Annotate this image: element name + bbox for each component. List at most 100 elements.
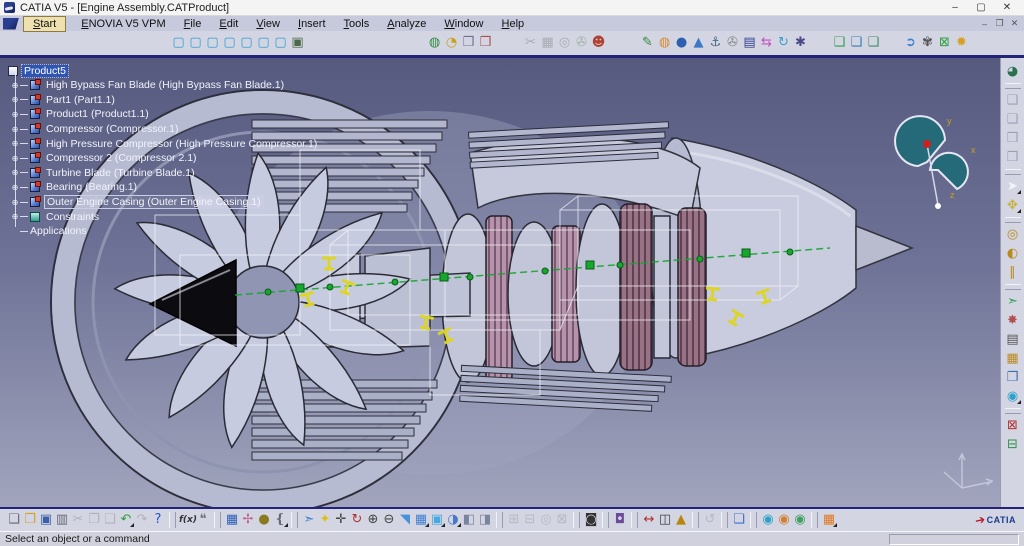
- tree-item-high-bypass-fan-blade-high-bypass-fan-blade-1[interactable]: ⊕ High Bypass Fan Blade (High Bypass Fan …: [11, 78, 319, 93]
- tree-item-high-pressure-compressor-high-pressure-compressor-1[interactable]: ⊕ High Pressure Compressor (High Pressure…: [11, 136, 319, 151]
- view-cube-4-icon[interactable]: ▢: [221, 34, 238, 52]
- tree-item-product1-product1-1[interactable]: ⊕ Product1 (Product1.1): [11, 107, 319, 122]
- view-cube-5-icon[interactable]: ▢: [238, 34, 255, 52]
- swap-arrows-icon[interactable]: ⇆: [758, 34, 775, 52]
- render-style-icon[interactable]: ◑: [445, 511, 461, 529]
- menu-insert[interactable]: Insert: [289, 17, 335, 31]
- mdi-minimize-button[interactable]: –: [977, 19, 992, 29]
- pan-icon[interactable]: ✛: [333, 511, 349, 529]
- menu-tools[interactable]: Tools: [335, 17, 379, 31]
- tree-expander[interactable]: ⊕: [10, 81, 20, 90]
- tree-item-applications[interactable]: Applications: [11, 224, 319, 239]
- offset-constraint-icon[interactable]: ∥: [1004, 263, 1021, 282]
- tree-item-turbine-blade-turbine-blade-1[interactable]: ⊕ Turbine Blade (Turbine Blade.1): [11, 166, 319, 181]
- tree-item-label[interactable]: High Bypass Fan Blade (High Bypass Fan B…: [44, 79, 286, 91]
- publish-person-icon[interactable]: ☻: [590, 34, 607, 52]
- save-icon[interactable]: ▣: [38, 511, 54, 529]
- tree-item-label[interactable]: Applications: [28, 225, 89, 237]
- knowledgeware-1-icon[interactable]: ◉: [760, 511, 776, 529]
- quick-views-icon[interactable]: ▦: [413, 511, 429, 529]
- split-view-2-icon[interactable]: ◨: [477, 511, 493, 529]
- attach-leaf-icon[interactable]: ✇: [573, 34, 590, 52]
- cut-icon[interactable]: ✂: [522, 34, 539, 52]
- minimize-button[interactable]: –: [942, 2, 968, 13]
- tree-item-label[interactable]: Product1 (Product1.1): [44, 108, 151, 120]
- menu-analyze[interactable]: Analyze: [378, 17, 435, 31]
- hide-show-icon[interactable]: ⊞: [506, 511, 522, 529]
- tree-item-label[interactable]: Bearing (Bearing.1): [44, 181, 139, 193]
- knowledge-globe-icon[interactable]: ◉: [1004, 387, 1021, 406]
- redo-icon[interactable]: ↷: [134, 511, 150, 529]
- open-arrow-icon[interactable]: ➲: [902, 34, 919, 52]
- tree-item-part1-part1-1[interactable]: ⊕ Part1 (Part1.1): [11, 93, 319, 108]
- stamp-icon[interactable]: ▦: [539, 34, 556, 52]
- existing-component-icon[interactable]: ❒: [1004, 148, 1021, 167]
- tree-expander[interactable]: ⊕: [10, 110, 20, 119]
- menu-window[interactable]: Window: [435, 17, 492, 31]
- catalog-browser-icon[interactable]: ▤: [1004, 330, 1021, 349]
- compass-free-rotation-handle[interactable]: [923, 140, 931, 148]
- tree-expander[interactable]: ⊕: [10, 198, 20, 207]
- multi-instantiation-icon[interactable]: ▦: [1004, 349, 1021, 368]
- batch-icon[interactable]: ❑: [865, 34, 882, 52]
- zoom-in-icon[interactable]: ⊕: [365, 511, 381, 529]
- sphere-icon[interactable]: ●: [673, 34, 690, 52]
- power-input-icon[interactable]: ▦: [821, 511, 837, 529]
- update-icon[interactable]: ↺: [702, 511, 718, 529]
- new-part-icon[interactable]: ❒: [1004, 129, 1021, 148]
- maximize-button[interactable]: ▢: [968, 2, 994, 13]
- iso-view-icon[interactable]: ▣: [429, 511, 445, 529]
- layers-icon[interactable]: ❏: [731, 511, 747, 529]
- gears-icon[interactable]: ✾: [919, 34, 936, 52]
- split-view-1-icon[interactable]: ◧: [461, 511, 477, 529]
- view-cube-6-icon[interactable]: ▢: [255, 34, 272, 52]
- tree-expander[interactable]: ⊕: [10, 139, 20, 148]
- workbook-red-icon[interactable]: ❒: [477, 34, 494, 52]
- new-component-icon[interactable]: ❑: [1004, 91, 1021, 110]
- anchor-icon[interactable]: ⚓: [707, 34, 724, 52]
- capture-icon[interactable]: ◙: [583, 511, 599, 529]
- normal-view-icon[interactable]: ◥: [397, 511, 413, 529]
- compass[interactable]: y x z: [894, 115, 976, 209]
- tree-expander[interactable]: ⊕: [10, 95, 20, 104]
- tree-item-label[interactable]: Compressor 2 (Compressor 2.1): [44, 152, 199, 164]
- new-document-icon[interactable]: ❏: [6, 511, 22, 529]
- view-cube-2-icon[interactable]: ▢: [187, 34, 204, 52]
- tree-item-label[interactable]: High Pressure Compressor (High Pressure …: [44, 138, 319, 150]
- tree-item-label[interactable]: Turbine Blade (Turbine Blade.1): [44, 167, 197, 179]
- swap-space-icon[interactable]: ⊟: [522, 511, 538, 529]
- sectioning-icon[interactable]: ⊟: [1004, 435, 1021, 454]
- import-icon[interactable]: ❑: [848, 34, 865, 52]
- measure-between-icon[interactable]: ↔: [641, 511, 657, 529]
- fit-all-in-icon[interactable]: ✦: [317, 511, 333, 529]
- print-icon[interactable]: ▥: [54, 511, 70, 529]
- menu-file[interactable]: File: [175, 17, 211, 31]
- preview-icon[interactable]: ◎: [556, 34, 573, 52]
- tree-root-label[interactable]: Product5: [20, 63, 70, 78]
- knowledgeware-3-icon[interactable]: ◉: [792, 511, 808, 529]
- depth-effect-icon[interactable]: ⊠: [554, 511, 570, 529]
- tree-item-label[interactable]: Outer Engine Casing (Outer Engine Casing…: [44, 195, 264, 210]
- view-cube-1-icon[interactable]: ▢: [170, 34, 187, 52]
- menu-enovia-v5-vpm[interactable]: ENOVIA V5 VPM: [72, 17, 174, 31]
- menu-start[interactable]: Start: [23, 15, 67, 32]
- capture-cube-icon[interactable]: ▣: [289, 34, 306, 52]
- menu-view[interactable]: View: [247, 17, 289, 31]
- gold-star-icon[interactable]: ✹: [953, 34, 970, 52]
- clash-analysis-icon[interactable]: ⊠: [1004, 416, 1021, 435]
- copy-icon[interactable]: ❐: [86, 511, 102, 529]
- comment-icon[interactable]: ❝: [195, 511, 211, 529]
- close-button[interactable]: ✕: [994, 2, 1020, 13]
- paperclip-icon[interactable]: ✇: [724, 34, 741, 52]
- tree-root-row[interactable]: Product5: [6, 63, 319, 78]
- contact-constraint-icon[interactable]: ◐: [1004, 244, 1021, 263]
- pen-icon[interactable]: ✎: [639, 34, 656, 52]
- lock-icon[interactable]: ●: [256, 511, 272, 529]
- workbook-icon[interactable]: ❒: [460, 34, 477, 52]
- view-cube-3-icon[interactable]: ▢: [204, 34, 221, 52]
- rotate-icon[interactable]: ↻: [349, 511, 365, 529]
- mdi-close-button[interactable]: ✕: [1007, 18, 1022, 29]
- torus-icon[interactable]: ◍: [656, 34, 673, 52]
- enovia-globe-doc-icon[interactable]: ◔: [443, 34, 460, 52]
- tree-item-compressor-compressor-1[interactable]: ⊕ Compressor (Compressor.1): [11, 122, 319, 137]
